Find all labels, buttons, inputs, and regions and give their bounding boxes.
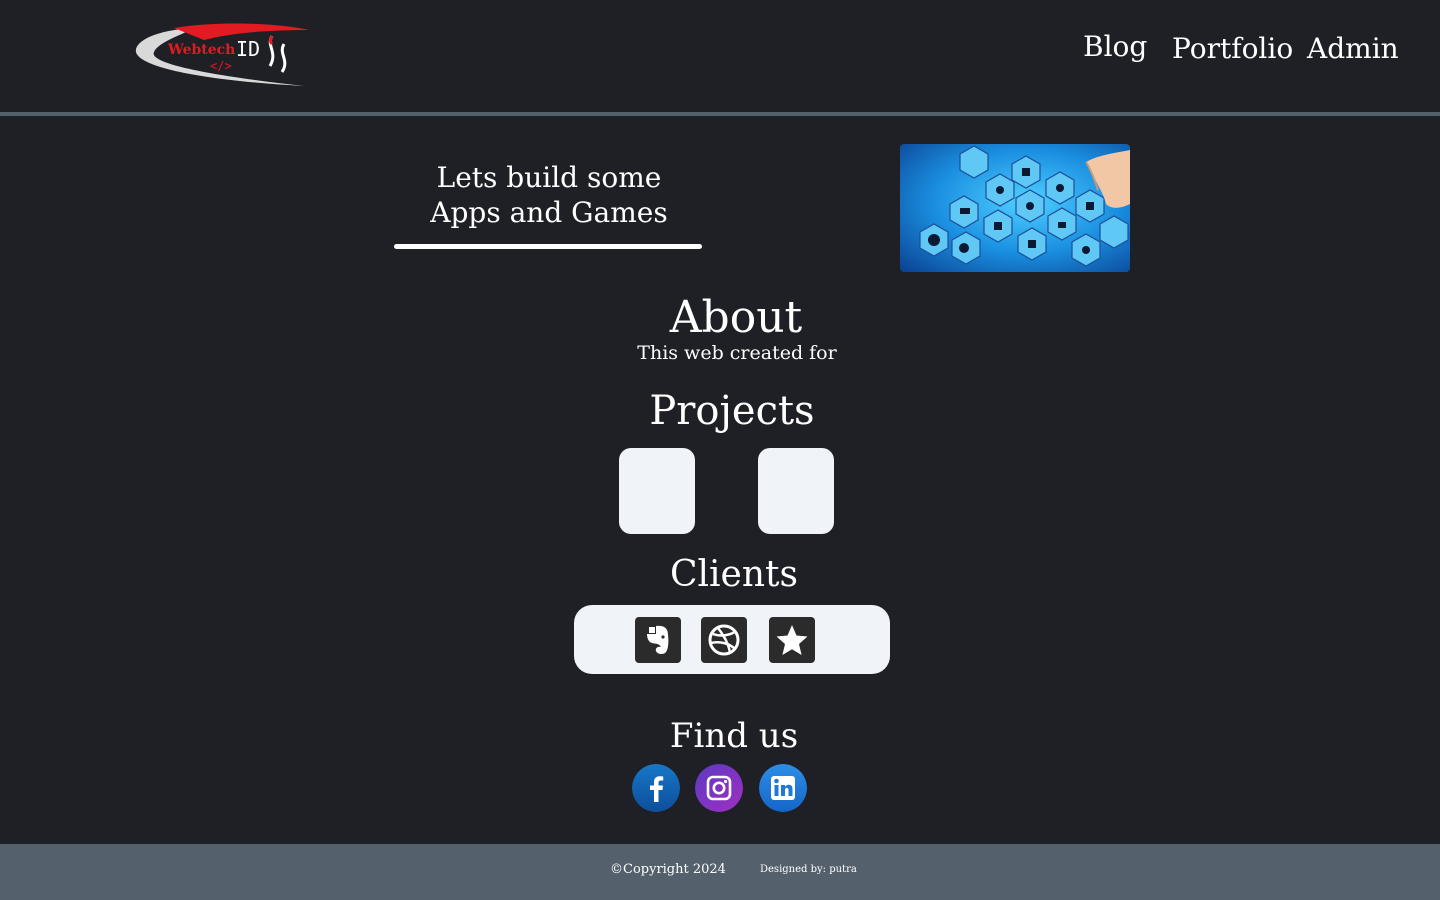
clients-title: Clients [669, 554, 798, 595]
hero-underline [394, 244, 702, 249]
project-card[interactable] [758, 448, 834, 534]
hero-line-2: Apps and Games [430, 196, 668, 229]
svg-text:Webtech: Webtech [167, 42, 235, 58]
facebook-icon[interactable] [632, 764, 680, 812]
hero-title: Lets build some Apps and Games [394, 160, 704, 230]
hero-line-1: Lets build some [436, 161, 662, 194]
about-title: About [669, 292, 803, 343]
instagram-icon[interactable] [695, 764, 743, 812]
project-card[interactable] [619, 448, 695, 534]
evernote-icon[interactable] [635, 617, 681, 663]
logo-icon: Webtech ID </> [135, 23, 309, 86]
nav-admin[interactable]: Admin [1307, 32, 1399, 65]
header-divider [0, 112, 1440, 116]
tech-hexagon-network-image [900, 144, 1130, 272]
star-icon[interactable] [769, 617, 815, 663]
svg-text:</>: </> [210, 59, 232, 73]
about-text: This web created for [637, 342, 837, 364]
site-header: Webtech ID </> Blog Portfolio Admin [0, 0, 1440, 112]
dribbble-icon[interactable] [701, 617, 747, 663]
nav-blog[interactable]: Blog [1083, 30, 1147, 63]
linkedin-icon[interactable] [759, 764, 807, 812]
projects-title: Projects [649, 388, 815, 434]
svg-text:ID: ID [236, 37, 260, 61]
logo[interactable]: Webtech ID </> [134, 22, 312, 92]
designed-by-text: Designed by: putra [760, 864, 857, 875]
copyright-text: ©Copyright 2024 [610, 862, 726, 877]
find-us-title: Find us [669, 716, 799, 756]
hero-image [900, 144, 1130, 272]
nav-portfolio[interactable]: Portfolio [1172, 32, 1293, 65]
